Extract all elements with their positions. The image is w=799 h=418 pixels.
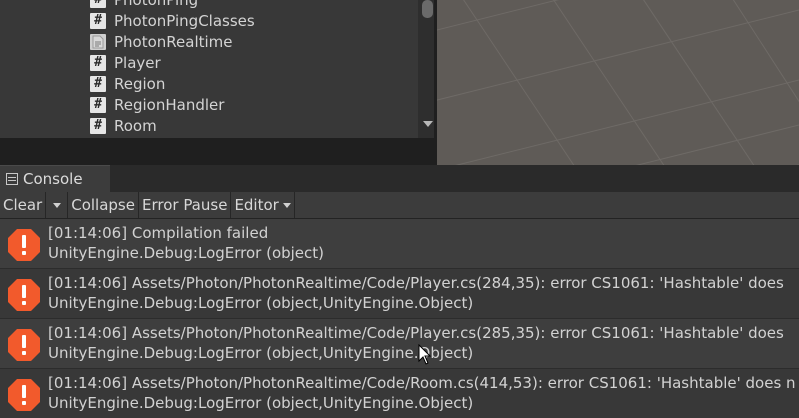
console-log-list[interactable]: [01:14:06] Compilation failed UnityEngin… [0,219,799,418]
log-message: [01:14:06] Compilation failed [48,224,269,242]
clear-button[interactable]: Clear [0,192,47,218]
log-entry[interactable]: [01:14:06] Assets/Photon/PhotonRealtime/… [0,269,799,319]
file-item-region[interactable]: # Region [90,73,255,94]
chevron-down-icon [52,202,61,208]
project-panel: # PhotonPing # PhotonPingClasses PhotonR… [0,0,437,138]
cs-script-icon: # [90,0,106,8]
tab-console[interactable]: Console [0,165,110,192]
cs-script-icon: # [90,54,106,71]
scrollbar-thumb[interactable] [422,0,433,18]
file-label: Region [114,74,166,93]
file-label: PhotonRealtime [114,32,233,51]
tab-console-label: Console [23,170,83,188]
log-message: [01:14:06] Assets/Photon/PhotonRealtime/… [48,324,784,342]
file-item-photonping[interactable]: # PhotonPing [90,0,255,10]
log-stacktrace: UnityEngine.Debug:LogError (object,Unity… [48,294,474,312]
file-item-regionhandler[interactable]: # RegionHandler [90,94,255,115]
log-entry[interactable]: [01:14:06] Compilation failed UnityEngin… [0,219,799,269]
scene-view[interactable] [437,0,799,165]
error-icon [8,379,40,411]
console-icon [6,173,18,185]
log-message: [01:14:06] Assets/Photon/PhotonRealtime/… [48,374,796,392]
cs-script-icon: # [90,12,106,29]
file-item-room[interactable]: # Room [90,115,255,136]
clear-options-dropdown[interactable] [46,192,69,218]
file-item-photonrealtime[interactable]: PhotonRealtime [90,31,255,52]
scroll-down-arrow-icon[interactable] [423,121,433,127]
editor-label: Editor [234,196,279,214]
assembly-definition-icon [90,33,106,50]
error-icon [8,279,40,311]
project-file-list: # PhotonPing # PhotonPingClasses PhotonR… [90,0,255,136]
editor-dropdown[interactable]: Editor [231,192,295,218]
chevron-down-icon [282,202,291,208]
file-label: PhotonPing [114,0,198,9]
scene-grid [437,0,799,165]
collapse-toggle[interactable]: Collapse [68,192,139,218]
file-label: Player [114,53,161,72]
cs-script-icon: # [90,117,106,134]
mouse-pointer-icon [418,344,432,365]
error-icon [8,229,40,261]
log-entry[interactable]: [01:14:06] Assets/Photon/PhotonRealtime/… [0,369,799,418]
clear-label: Clear [3,196,43,214]
project-panel-footer [0,138,437,165]
log-entry[interactable]: [01:14:06] Assets/Photon/PhotonRealtime/… [0,319,799,369]
cs-script-icon: # [90,96,106,113]
file-label: RegionHandler [114,95,225,114]
console-toolbar: Clear Collapse Error Pause Editor [0,192,799,219]
log-stacktrace: UnityEngine.Debug:LogError (object,Unity… [48,394,474,412]
log-stacktrace: UnityEngine.Debug:LogError (object,Unity… [48,344,474,362]
file-item-photonpingclasses[interactable]: # PhotonPingClasses [90,10,255,31]
file-label: Room [114,116,157,135]
error-pause-label: Error Pause [141,196,228,214]
file-label: PhotonPingClasses [114,11,255,30]
log-stacktrace: UnityEngine.Debug:LogError (object) [48,244,325,262]
panel-divider[interactable] [434,0,437,165]
file-item-player[interactable]: # Player [90,52,255,73]
console-tab-bar: Console [0,165,799,192]
cs-script-icon: # [90,75,106,92]
error-icon [8,329,40,361]
log-message: [01:14:06] Assets/Photon/PhotonRealtime/… [48,274,784,292]
error-pause-toggle[interactable]: Error Pause [139,192,232,218]
collapse-label: Collapse [71,196,135,214]
